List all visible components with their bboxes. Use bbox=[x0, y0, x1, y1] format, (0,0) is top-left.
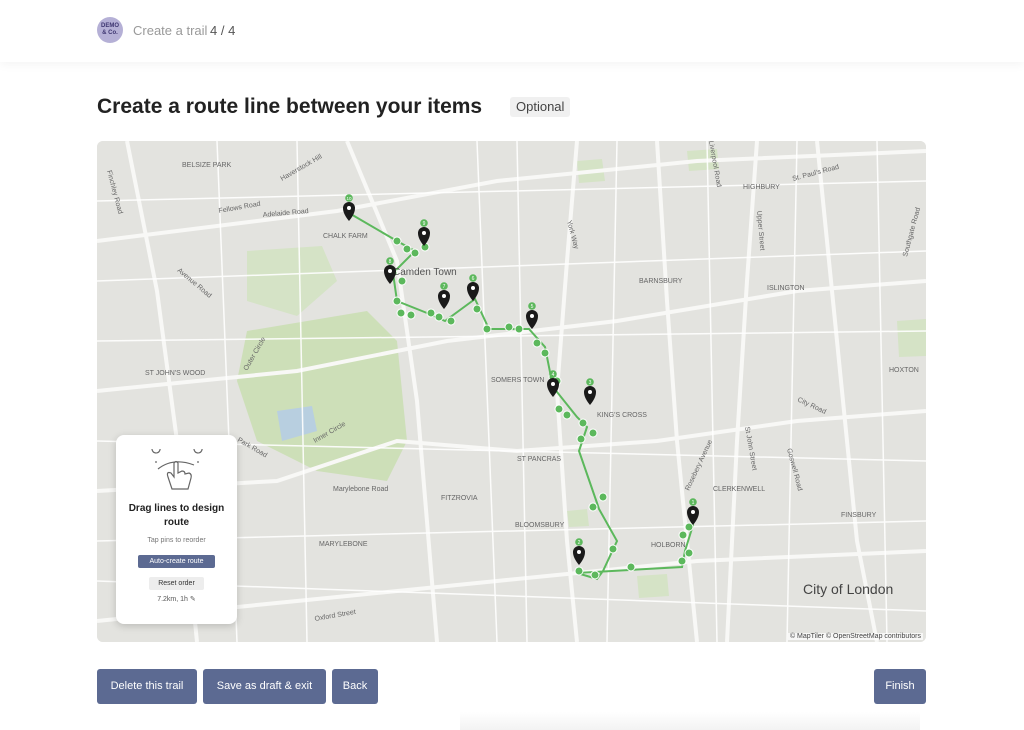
map-label-marylebone-road: Marylebone Road bbox=[333, 486, 388, 493]
save-draft-button[interactable]: Save as draft & exit bbox=[203, 669, 326, 704]
pin-number: 4 bbox=[552, 372, 555, 378]
map-label-finsbury: FINSBURY bbox=[841, 512, 877, 519]
map-label-stjohns: ST JOHN'S WOOD bbox=[145, 370, 205, 377]
map-label-clerkenwell: CLERKENWELL bbox=[713, 486, 765, 493]
map-label-holborn: HOLBORN bbox=[651, 542, 686, 549]
map-label-belsize: BELSIZE PARK bbox=[182, 162, 232, 169]
pin-number: 2 bbox=[578, 540, 581, 546]
drag-hand-icon bbox=[151, 449, 203, 490]
map-label-fitzrovia: FITZROVIA bbox=[441, 495, 478, 502]
map-label-camden: Camden Town bbox=[393, 267, 457, 278]
bottom-shadow bbox=[460, 712, 920, 730]
breadcrumb: Create a trail bbox=[133, 23, 208, 38]
auto-create-route-button[interactable]: Auto-create route bbox=[138, 555, 215, 568]
route-distance: 7.2km, 1h ✎ bbox=[116, 595, 237, 603]
map-label-stpancras: ST PANCRAS bbox=[517, 456, 561, 463]
map-label-somerstown: SOMERS TOWN bbox=[491, 377, 544, 384]
route-distance-text: 7.2km, 1h bbox=[157, 596, 188, 603]
reset-order-button[interactable]: Reset order bbox=[149, 577, 204, 590]
company-logo[interactable]: DEMO & Co. bbox=[97, 17, 123, 43]
map-label-kingscross: KING'S CROSS bbox=[597, 412, 647, 419]
map-label-barnsbury: BARNSBURY bbox=[639, 278, 683, 285]
pin-number: 1 bbox=[692, 500, 695, 506]
map-label-hoxton: HOXTON bbox=[889, 367, 919, 374]
map-label-highbury: HIGHBURY bbox=[743, 184, 780, 191]
pin-number: 7 bbox=[443, 284, 446, 290]
route-help-card: Drag lines to design route Tap pins to r… bbox=[116, 435, 237, 624]
pin-number: 10 bbox=[346, 196, 352, 201]
map-attribution[interactable]: © MapTiler © OpenStreetMap contributors bbox=[787, 633, 923, 640]
optional-badge: Optional bbox=[510, 97, 571, 117]
map-label-islington: ISLINGTON bbox=[767, 285, 805, 292]
pin-number: 5 bbox=[531, 304, 534, 310]
pin-number: 9 bbox=[423, 221, 426, 227]
map-label-bloomsbury: BLOOMSBURY bbox=[515, 522, 565, 529]
map-label-marylebone: MARYLEBONE bbox=[319, 541, 368, 548]
card-title: Drag lines to design route bbox=[128, 503, 225, 528]
logo-line1: DEMO bbox=[101, 23, 119, 29]
pin-number: 8 bbox=[389, 259, 392, 265]
logo-line2: & Co. bbox=[102, 30, 118, 36]
pin-number: 3 bbox=[589, 380, 592, 386]
map-label-chalkfarm: CHALK FARM bbox=[323, 233, 368, 240]
map-label-city-of-london: City of London bbox=[803, 581, 893, 597]
page-title: Create a route line between your items bbox=[97, 95, 483, 118]
delete-trail-button[interactable]: Delete this trail bbox=[97, 669, 197, 704]
step-counter: 4 / 4 bbox=[210, 23, 236, 38]
finish-button[interactable]: Finish bbox=[874, 669, 926, 704]
pencil-icon[interactable]: ✎ bbox=[190, 596, 196, 603]
card-subtitle: Tap pins to reorder bbox=[147, 537, 206, 544]
top-bar: DEMO & Co. Create a trail 4 / 4 bbox=[0, 0, 1024, 62]
back-button[interactable]: Back bbox=[332, 669, 378, 704]
pin-number: 6 bbox=[472, 276, 475, 282]
